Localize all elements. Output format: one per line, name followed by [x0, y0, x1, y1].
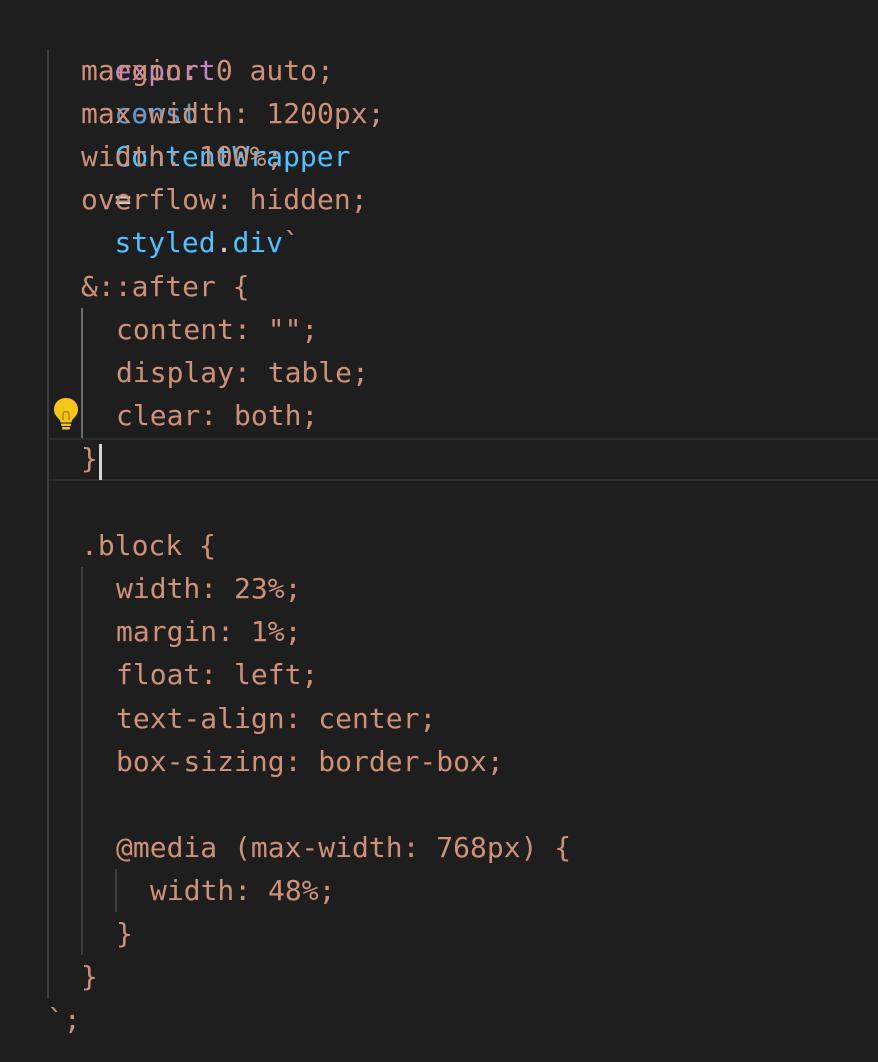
current-line-highlight	[47, 438, 878, 481]
code-line-11[interactable]: }	[81, 437, 98, 480]
dot-operator: .	[215, 226, 233, 259]
code-line-14[interactable]: width: 23%;	[116, 567, 301, 610]
code-line-9[interactable]: display: table;	[116, 351, 369, 394]
code-line-3[interactable]: max-width: 1200px;	[81, 92, 384, 135]
code-line-18[interactable]: box-sizing: border-box;	[116, 740, 504, 783]
code-line-24[interactable]: `;	[47, 998, 81, 1041]
code-line-13[interactable]: .block {	[81, 524, 216, 567]
code-line-22[interactable]: }	[116, 912, 133, 955]
styled-identifier: styled	[114, 226, 216, 259]
code-line-2[interactable]: margin: 0 auto;	[81, 49, 334, 92]
code-line-23[interactable]: }	[81, 955, 98, 998]
code-line-16[interactable]: float: left;	[116, 653, 318, 696]
indent-guide-block	[81, 567, 83, 955]
code-line-1[interactable]: export const ContentWrapper = styled.div…	[47, 6, 350, 259]
text-cursor	[99, 444, 102, 480]
code-line-15[interactable]: margin: 1%;	[116, 610, 301, 653]
code-line-10[interactable]: clear: both;	[116, 394, 318, 437]
code-line-7[interactable]: &::after {	[81, 265, 250, 308]
code-editor[interactable]: export const ContentWrapper = styled.div…	[0, 0, 878, 1062]
code-line-4[interactable]: width: 100%;	[81, 135, 283, 178]
indent-guide-after-block	[81, 308, 83, 438]
indent-guide-media	[115, 869, 117, 912]
lightbulb-icon[interactable]	[52, 396, 80, 430]
code-line-8[interactable]: content: "";	[116, 308, 318, 351]
code-line-5[interactable]: overflow: hidden;	[81, 178, 368, 221]
div-tag: div	[232, 226, 284, 259]
code-line-21[interactable]: width: 48%;	[150, 869, 335, 912]
code-line-17[interactable]: text-align: center;	[116, 697, 436, 740]
code-line-20[interactable]: @media (max-width: 768px) {	[116, 826, 571, 869]
template-tick: `	[283, 226, 300, 259]
